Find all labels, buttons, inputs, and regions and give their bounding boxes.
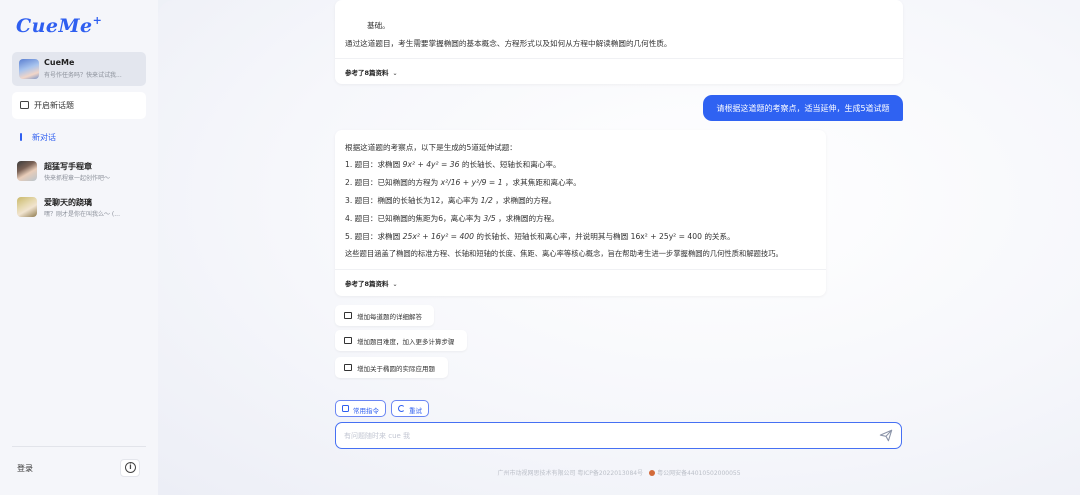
suggestion-chip[interactable]: 增加关于椭圆的实际应用题 — [335, 357, 448, 378]
agent-avatar — [19, 59, 39, 79]
chat-main: 基础。 通过这道题目，考生需要掌握椭圆的基本概念、方程形式以及如何从方程中解读椭… — [158, 0, 1080, 495]
math-expression: 1/2 — [480, 196, 493, 205]
suggestion-chip[interactable]: 增加题目难度，加入更多计算步骤 — [335, 330, 467, 351]
assistant-message: 根据这道题的考察点，以下是生成的5道延伸试题： 1. 题目：求椭圆 9x² + … — [335, 130, 826, 296]
message-input-box[interactable] — [335, 422, 902, 449]
divider — [335, 269, 826, 270]
user-message-text: 请根据这道题的考察点，适当延伸，生成5道试题 — [716, 104, 890, 113]
chat-bubble-icon — [20, 101, 29, 109]
retry-button[interactable]: 重试 — [391, 400, 429, 417]
user-message: 请根据这道题的考察点，适当延伸，生成5道试题 — [703, 95, 903, 121]
suggestion-chip[interactable]: 增加每道题的详细解答 — [335, 305, 434, 326]
agent-card-cueme[interactable]: CueMe 有号作任务吗？快来试试我... — [12, 52, 146, 86]
message-icon — [344, 312, 352, 319]
icp-link[interactable]: 广州市动视网思技术有限公司 粤ICP备2022013084号 — [497, 470, 643, 477]
conversation-item[interactable]: 超猛写手程章 快来抓程章一起创作吧～ — [12, 157, 146, 187]
math-expression: x²/16 + y²/9 = 1 — [440, 178, 503, 187]
conversation-subtitle: 嘿？刚才是你在叫我么～ (... — [44, 211, 120, 218]
divider — [335, 58, 903, 59]
conversation-subtitle: 快来抓程章一起创作吧～ — [44, 175, 111, 182]
message-summary: 这些题目涵盖了椭圆的标准方程、长轴和短轴的长度、焦距、离心率等核心概念，旨在帮助… — [345, 249, 783, 258]
avatar — [17, 197, 37, 217]
footer: 广州市动视网思技术有限公司 粤ICP备2022013084号 粤公网安备44010… — [158, 468, 1080, 477]
message-input[interactable] — [344, 429, 844, 443]
chevron-down-icon: ⌄ — [392, 281, 398, 288]
message-text: 基础。 — [367, 21, 390, 30]
common-commands-button[interactable]: 常用指令 — [335, 400, 386, 417]
message-icon — [344, 364, 352, 371]
assistant-message: 基础。 通过这道题目，考生需要掌握椭圆的基本概念、方程形式以及如何从方程中解读椭… — [335, 0, 903, 84]
avatar — [17, 161, 37, 181]
new-topic-button[interactable]: 开启新话题 — [12, 92, 146, 119]
sidebar: CueMe+ CueMe 有号作任务吗？快来试试我... 开启新话题 新对话 超… — [0, 0, 158, 495]
refresh-icon — [398, 405, 405, 412]
question-item: 4. 题目：已知椭圆的焦距为6，离心率为 3/5 ，求椭圆的方程。 — [345, 214, 559, 223]
question-item: 2. 题目：已知椭圆的方程为 x²/16 + y²/9 = 1 ，求其焦距和离心… — [345, 178, 581, 187]
references-toggle[interactable]: 参考了8篇资料 ⌄ — [345, 67, 398, 77]
current-conversation-label: 新对话 — [32, 133, 56, 142]
agent-name: CueMe — [44, 58, 75, 67]
command-icon — [342, 405, 349, 412]
login-link[interactable]: 登录 — [17, 463, 33, 474]
active-indicator — [20, 133, 22, 141]
sidebar-divider — [12, 446, 146, 447]
info-button[interactable]: i — [120, 459, 140, 477]
question-item: 3. 题目：椭圆的长轴长为12，离心率为 1/2 ，求椭圆的方程。 — [345, 196, 557, 205]
conversation-title: 爱聊天的跷璃 — [44, 198, 92, 207]
math-expression: 3/5 — [483, 214, 496, 223]
message-text: 通过这道题目，考生需要掌握椭圆的基本概念、方程形式以及如何从方程中解读椭圆的几何… — [345, 39, 672, 48]
police-badge-icon — [649, 470, 656, 476]
message-icon — [344, 337, 352, 344]
references-toggle[interactable]: 参考了8篇资料 ⌄ — [345, 278, 398, 288]
question-item: 1. 题目：求椭圆 9x² + 4y² = 36 的长轴长、短轴长和离心率。 — [345, 160, 561, 169]
question-item: 5. 题目：求椭圆 25x² + 16y² = 400 的长轴长、短轴长和离心率… — [345, 232, 735, 241]
math-expression: 25x² + 16y² = 400 — [402, 232, 474, 241]
chevron-down-icon: ⌄ — [392, 70, 398, 77]
info-icon: i — [125, 462, 136, 473]
message-intro: 根据这道题的考察点，以下是生成的5道延伸试题： — [345, 143, 517, 152]
agent-subtitle: 有号作任务吗？快来试试我... — [44, 72, 122, 79]
conversation-item[interactable]: 爱聊天的跷璃 嘿？刚才是你在叫我么～ (... — [12, 193, 146, 223]
app-logo[interactable]: CueMe+ — [16, 14, 102, 37]
new-topic-label: 开启新话题 — [34, 101, 74, 110]
conversation-title: 超猛写手程章 — [44, 162, 92, 171]
police-link[interactable]: 粤公网安备44010502000055 — [657, 470, 740, 477]
send-icon[interactable] — [879, 429, 893, 442]
math-expression: 9x² + 4y² = 36 — [402, 160, 460, 169]
